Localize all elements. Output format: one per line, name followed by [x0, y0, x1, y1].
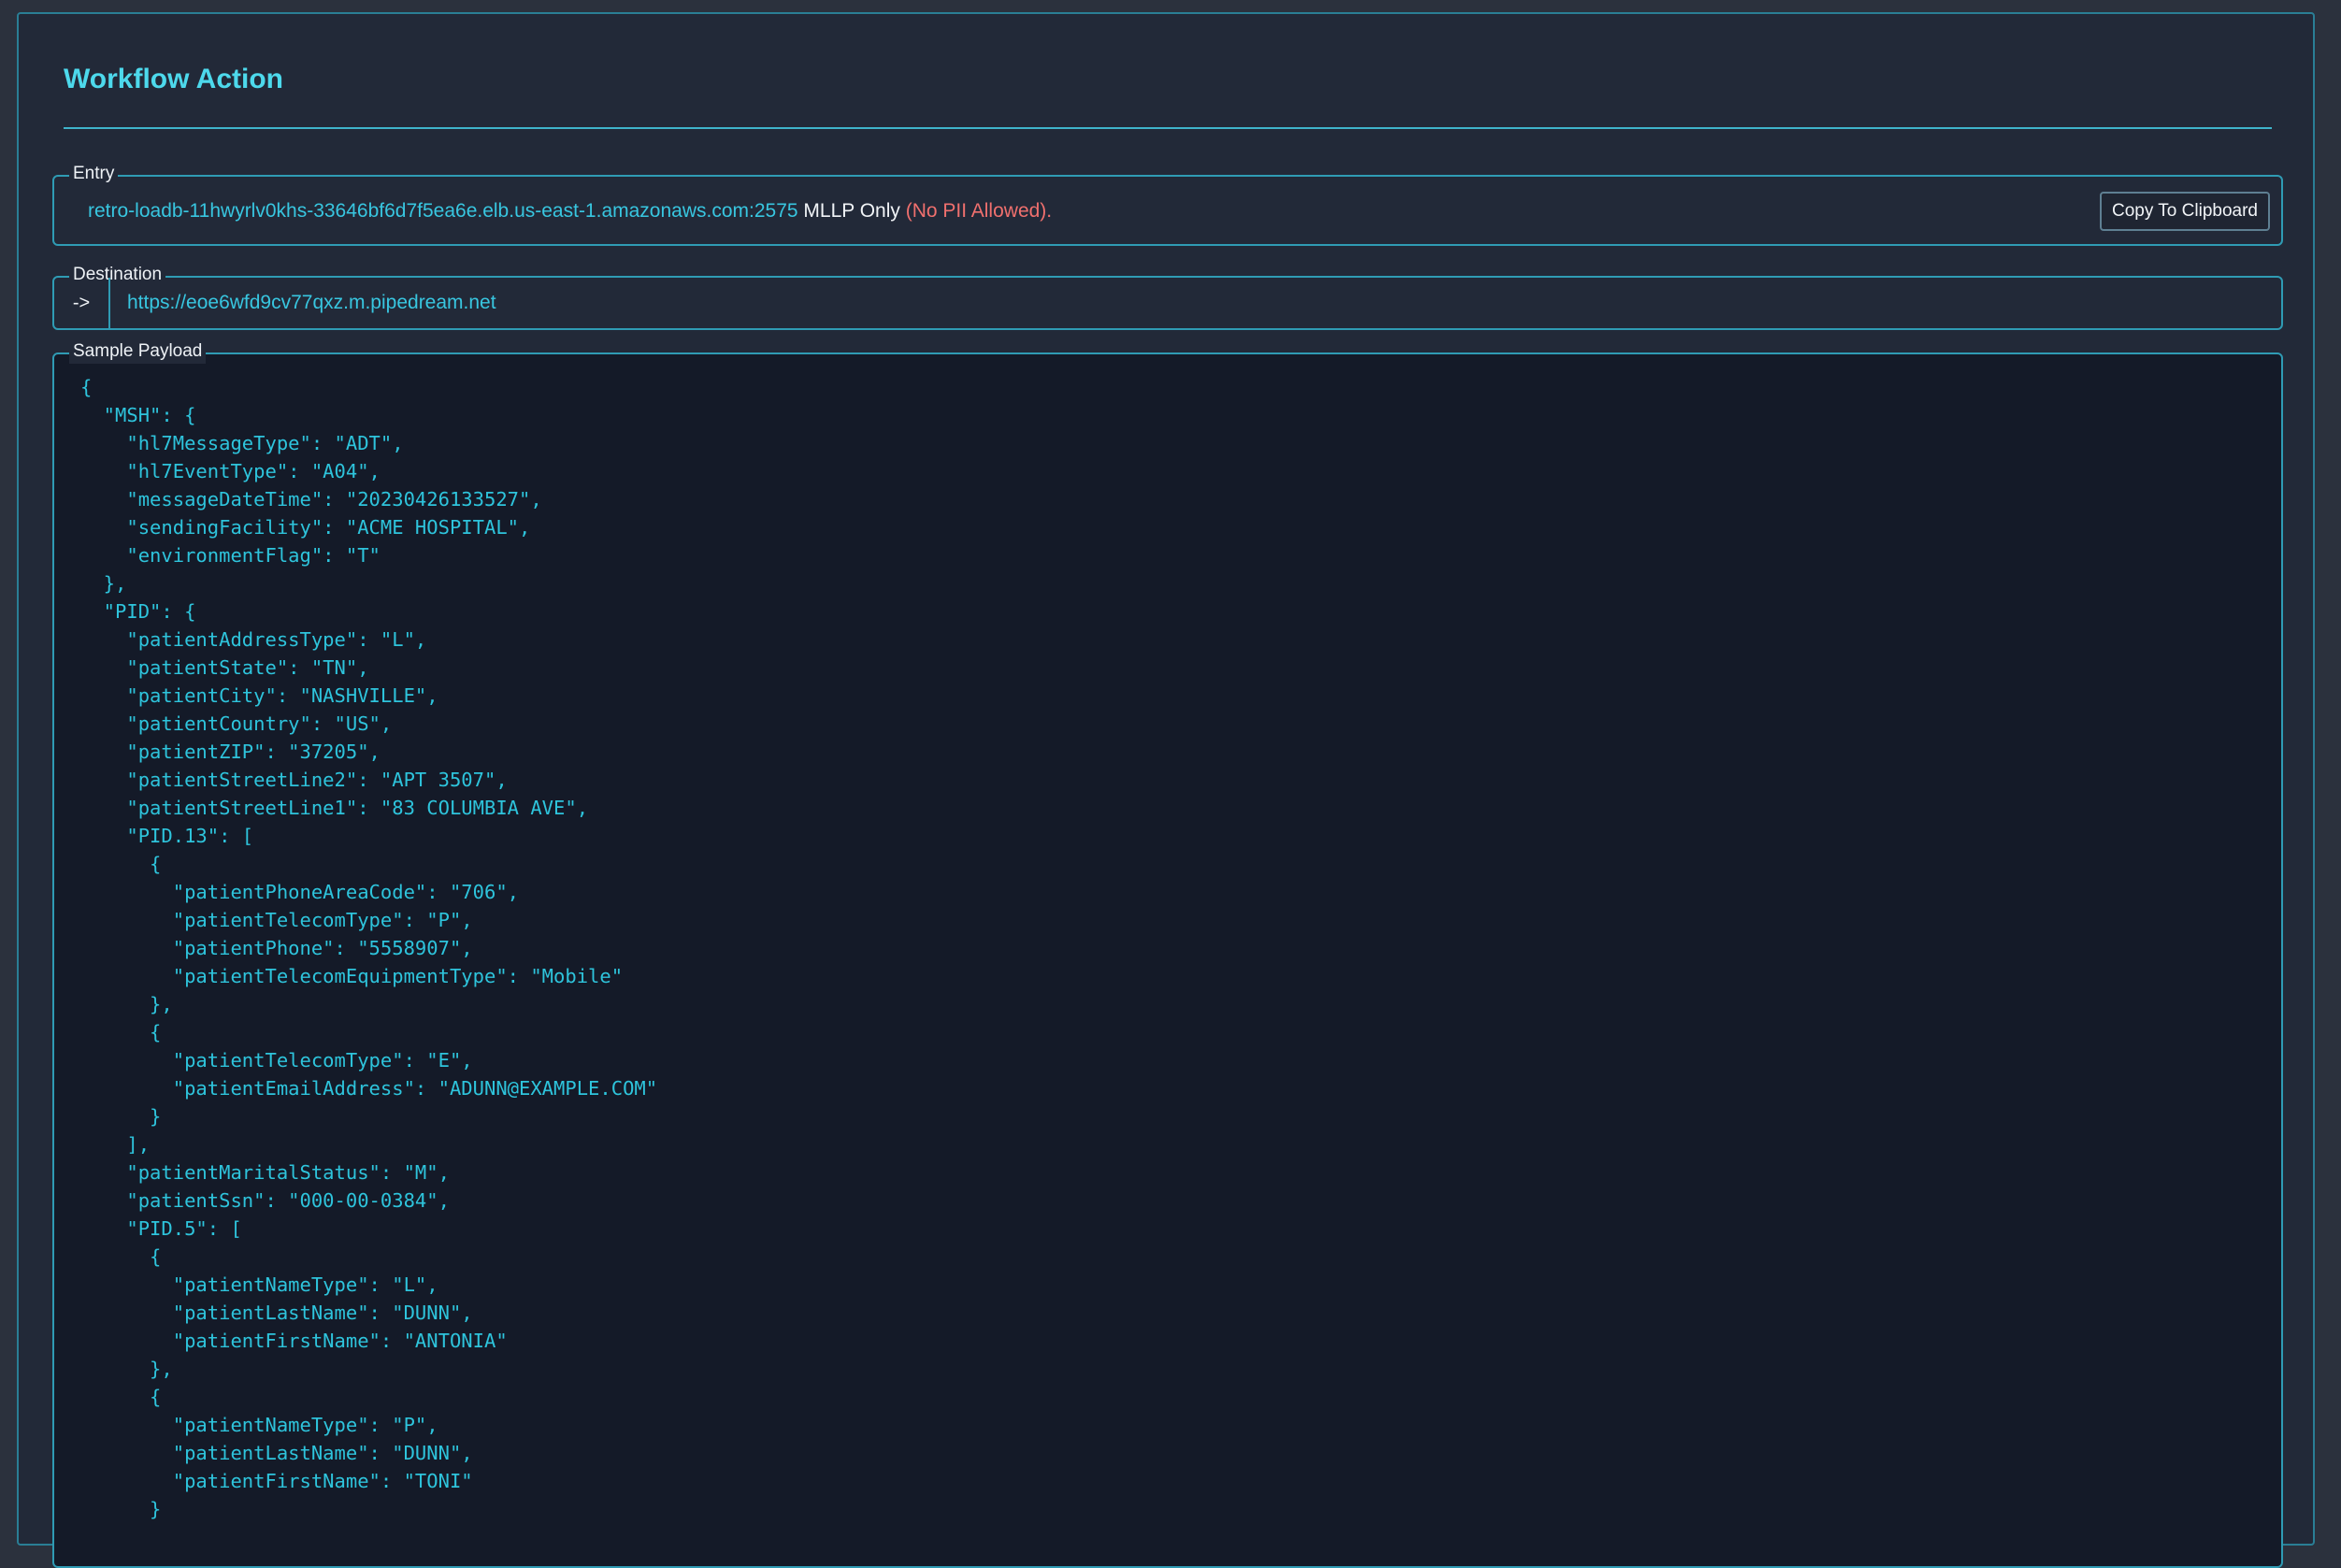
destination-fieldset: Destination -> https://eoe6wfd9cv77qxz.m…	[52, 263, 2283, 330]
entry-protocol: MLLP Only	[797, 200, 906, 222]
payload-code-block[interactable]: { "MSH": { "hl7MessageType": "ADT", "hl7…	[80, 373, 657, 1523]
destination-url[interactable]: https://eoe6wfd9cv77qxz.m.pipedream.net	[127, 289, 496, 317]
entry-pii-warning: (No PII Allowed).	[905, 200, 1053, 222]
arrow-icon: ->	[54, 278, 110, 328]
payload-legend: Sample Payload	[69, 339, 207, 364]
sample-payload-fieldset: Sample Payload { "MSH": { "hl7MessageTyp…	[52, 339, 2283, 1568]
workflow-action-panel: Workflow Action Entry retro-loadb-11hwyr…	[17, 12, 2315, 1568]
entry-host[interactable]: retro-loadb-11hwyrlv0khs-33646bf6d7f5ea6…	[88, 200, 798, 222]
entry-line: retro-loadb-11hwyrlv0khs-33646bf6d7f5ea6…	[88, 197, 1052, 225]
title-divider	[64, 127, 2272, 129]
panel-title: Workflow Action	[64, 64, 283, 94]
copy-to-clipboard-button[interactable]: Copy To Clipboard	[2100, 192, 2270, 231]
entry-fieldset: Entry retro-loadb-11hwyrlv0khs-33646bf6d…	[52, 162, 2283, 246]
entry-legend: Entry	[69, 162, 119, 186]
